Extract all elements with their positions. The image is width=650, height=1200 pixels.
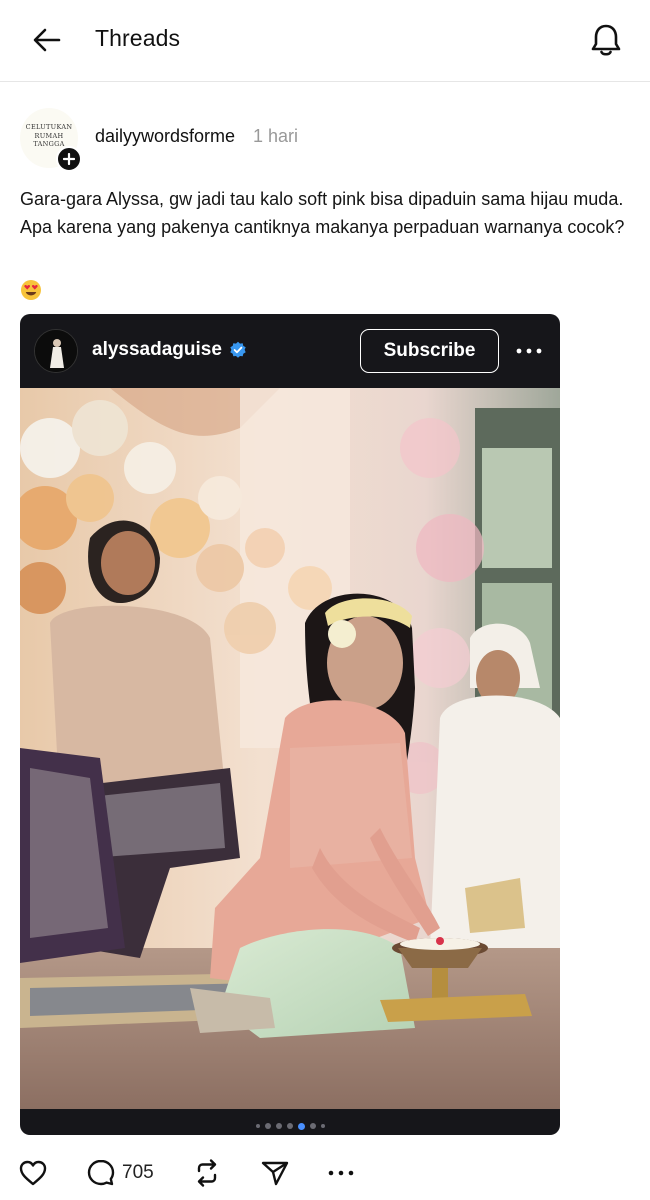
follow-button[interactable]: [56, 146, 82, 172]
more-horizontal-icon: [328, 1170, 354, 1176]
carousel-dot: [264, 1123, 271, 1129]
carousel-dot: [320, 1124, 325, 1128]
carousel-dot: [255, 1124, 260, 1128]
carousel-dot: [309, 1123, 316, 1129]
reply-button[interactable]: 705: [86, 1156, 154, 1190]
like-button[interactable]: [18, 1156, 48, 1190]
author-username[interactable]: dailyywordsforme: [95, 126, 235, 147]
embed-avatar-image: [35, 330, 77, 372]
arrow-left-icon: [33, 28, 61, 52]
subscribe-button[interactable]: Subscribe: [360, 329, 499, 373]
heart-eyes-emoji-icon: [21, 280, 41, 300]
app-header: Threads: [0, 0, 650, 82]
share-button[interactable]: [260, 1156, 290, 1190]
repost-button[interactable]: [192, 1156, 222, 1190]
bell-icon: [591, 24, 621, 56]
comment-icon: [87, 1159, 115, 1186]
embed-more-button[interactable]: [513, 338, 545, 364]
back-button[interactable]: [28, 22, 66, 58]
post-caption: Gara-gara Alyssa, gw jadi tau kalo soft …: [20, 189, 625, 237]
repost-icon: [197, 1159, 217, 1187]
reply-count: 705: [122, 1162, 154, 1183]
page-title: Threads: [95, 25, 181, 51]
notifications-button[interactable]: [584, 18, 628, 62]
post-timestamp: 1 hari: [253, 126, 299, 146]
send-icon: [261, 1161, 289, 1186]
embed-avatar[interactable]: [34, 329, 78, 373]
embed-photo[interactable]: [20, 388, 560, 1109]
heart-icon: [19, 1160, 47, 1186]
post-more-button[interactable]: [328, 1156, 354, 1190]
embedded-post-card[interactable]: alyssadaguise Subscribe: [20, 314, 560, 1135]
embed-username[interactable]: alyssadaguise: [92, 339, 222, 361]
photo-image: [20, 388, 560, 1109]
more-horizontal-icon: [516, 348, 542, 354]
plus-icon: [63, 153, 75, 165]
avatar-text: CELUTUKAN RUMAH TANGGA: [25, 123, 73, 148]
carousel-indicator: [20, 1120, 560, 1132]
carousel-dot-active: [297, 1122, 305, 1130]
carousel-dot: [275, 1123, 282, 1129]
carousel-dot: [286, 1123, 293, 1129]
verified-badge-icon: [230, 341, 246, 358]
